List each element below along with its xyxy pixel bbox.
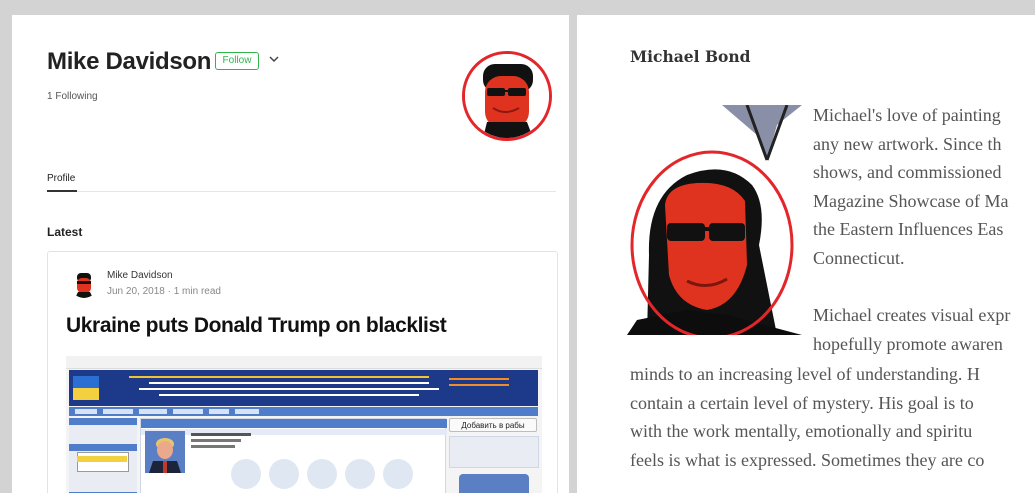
trump-photo [145, 431, 185, 473]
site-banner [69, 370, 538, 406]
post-title[interactable]: Ukraine puts Donald Trump on blacklist [66, 314, 546, 338]
artist-photo [627, 105, 802, 335]
bio-paragraph-2-continued: minds to an increasing level of understa… [630, 360, 984, 474]
bio-line: any new artwork. Since th [813, 133, 1002, 154]
bio-paragraph-1: Michael's love of painting any new artwo… [813, 101, 1008, 272]
avatar[interactable] [70, 270, 98, 298]
tab-divider [47, 191, 556, 192]
active-tab-indicator [47, 190, 77, 192]
latest-heading: Latest [47, 225, 83, 239]
donate-button: Добавить в рабы [449, 418, 537, 432]
site-nav [69, 407, 538, 416]
tab-profile[interactable]: Profile [47, 173, 75, 184]
bio-line: Connecticut. [813, 247, 905, 268]
profile-name[interactable]: Mike Davidson [47, 48, 211, 76]
follow-button[interactable]: Follow [215, 52, 259, 70]
bio-line: shows, and commissioned [813, 162, 1002, 182]
bio-line: feels is what is expressed. Sometimes th… [630, 449, 985, 470]
post-card[interactable]: Mike Davidson Jun 20, 2018 · 1 min read … [47, 251, 558, 493]
medium-profile-panel: Mike Davidson Follow 1 Following Profile… [12, 15, 569, 493]
artist-bio-panel: Michael Bond Michael's love of painting … [577, 15, 1035, 493]
post-meta: Jun 20, 2018 · 1 min read [107, 286, 221, 297]
following-count[interactable]: 1 Following [47, 91, 98, 102]
site-left-column [69, 418, 137, 493]
bio-line: Magazine Showcase of Ma [813, 190, 1009, 211]
ukraine-flag-icon [73, 376, 99, 400]
artist-name: Michael Bond [630, 47, 751, 66]
bio-paragraph-2: Michael creates visual expr hopefully pr… [813, 301, 1010, 358]
bio-line: hopefully promote awaren [813, 333, 1003, 354]
site-right-column: Добавить в рабы [449, 418, 539, 493]
bio-line: with the work mentally, emotionally and … [630, 421, 973, 441]
bio-line: minds to an increasing level of understa… [630, 364, 980, 384]
site-main-column [140, 418, 447, 493]
bio-line: the Eastern Influences Eas [813, 219, 1004, 239]
post-author[interactable]: Mike Davidson [107, 270, 173, 281]
bio-line: Michael's love of painting [813, 105, 1001, 125]
profile-avatar [462, 51, 552, 141]
post-screenshot-image[interactable]: Добавить в рабы [66, 356, 542, 493]
chevron-down-icon[interactable] [267, 52, 281, 66]
bio-line: contain a certain level of mystery. His … [630, 392, 974, 413]
bio-line: Michael creates visual expr [813, 305, 1011, 325]
translate-bar [66, 356, 542, 369]
